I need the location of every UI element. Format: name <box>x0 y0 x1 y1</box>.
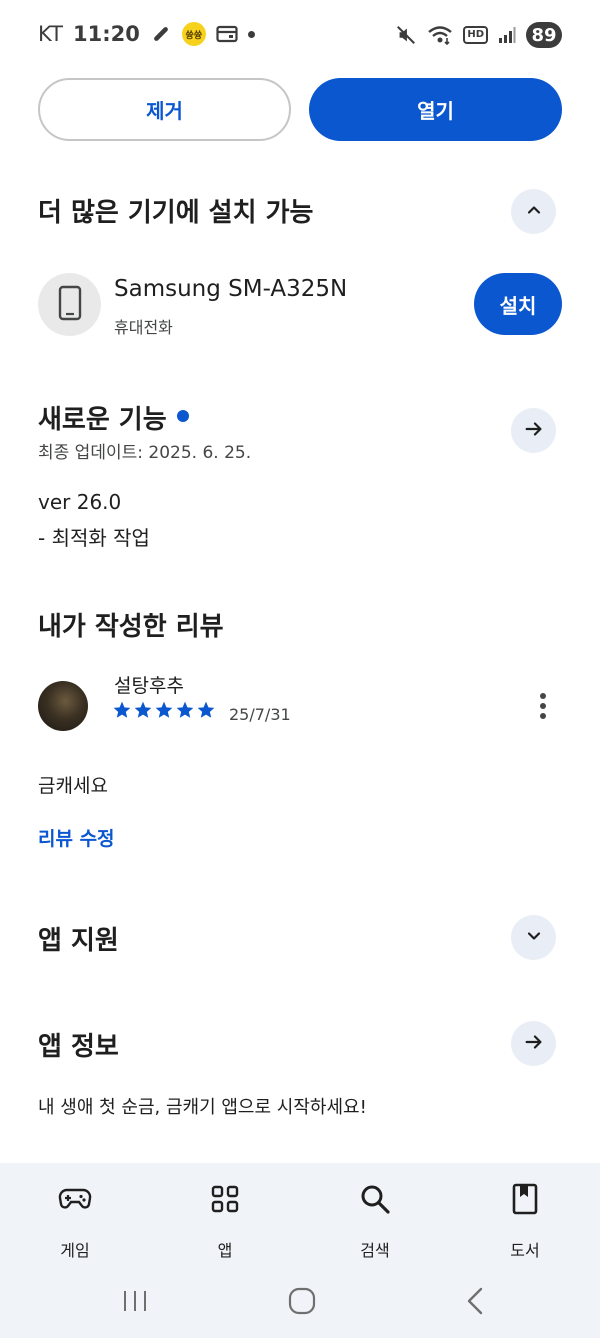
nav-item-search[interactable]: 검색 <box>325 1179 425 1261</box>
expand-app-support-button[interactable] <box>511 915 556 960</box>
more-vert-dot <box>540 713 546 719</box>
hd-voice-icon: HD <box>463 26 488 44</box>
battery-indicator: 89 <box>526 22 562 48</box>
gamepad-icon <box>58 1179 92 1219</box>
my-review-title: 내가 작성한 리뷰 <box>38 612 224 642</box>
more-vert-dot <box>540 703 546 709</box>
star-icon <box>134 701 152 718</box>
nav-label-books: 도서 <box>510 1241 540 1260</box>
mute-icon <box>395 24 417 46</box>
status-bar: KT 11:20 쓩쓩 HD 89 <box>0 0 600 70</box>
wifi-icon <box>427 24 453 46</box>
edit-review-link[interactable]: 리뷰 수정 <box>38 824 115 851</box>
recents-icon <box>124 1290 146 1311</box>
whats-new-title: 새로운 기능 <box>38 405 167 435</box>
back-icon <box>467 1287 483 1314</box>
chevron-down-icon <box>524 926 544 950</box>
new-indicator-dot <box>177 410 189 422</box>
nav-label-apps: 앱 <box>217 1241 233 1260</box>
review-more-options-button[interactable] <box>526 686 560 726</box>
star-icon <box>113 701 131 718</box>
review-text: 금캐세요 <box>38 775 108 797</box>
star-icon <box>176 701 194 718</box>
bottom-navigation: 게임 앱 검색 도서 <box>0 1163 600 1338</box>
app-info-title: 앱 정보 <box>38 1032 119 1062</box>
clock: 11:20 <box>72 22 140 46</box>
device-name: Samsung SM-A325N <box>114 276 348 302</box>
app-badge-icon: 쓩쓩 <box>181 22 206 46</box>
last-updated-text: 최종 업데이트: 2025. 6. 25. <box>38 443 252 463</box>
apps-grid-icon <box>211 1179 239 1219</box>
device-type: 휴대전화 <box>114 318 173 337</box>
home-icon <box>288 1287 316 1314</box>
signal-icon <box>498 26 516 44</box>
whats-new-arrow-button[interactable] <box>511 408 556 453</box>
wallet-icon <box>216 25 238 43</box>
remove-button[interactable]: 제거 <box>38 78 291 141</box>
chevron-up-icon <box>524 200 544 224</box>
star-rating <box>112 700 216 720</box>
nav-item-games[interactable]: 게임 <box>25 1179 125 1261</box>
carrier-label: KT <box>38 22 63 46</box>
book-icon <box>512 1179 538 1219</box>
device-avatar <box>38 273 101 336</box>
review-date: 25/7/31 <box>229 705 291 724</box>
search-icon <box>359 1179 391 1219</box>
reviewer-avatar <box>38 681 88 731</box>
star-icon <box>197 701 215 718</box>
home-button[interactable] <box>282 1273 322 1328</box>
back-button[interactable] <box>455 1273 495 1328</box>
star-icon <box>155 701 173 718</box>
app-description: 내 생애 첫 순금, 금캐기 앱으로 시작하세요! <box>38 1097 367 1118</box>
recent-apps-button[interactable] <box>115 1273 155 1328</box>
nav-label-games: 게임 <box>60 1241 90 1260</box>
change-note: - 최적화 작업 <box>38 526 150 550</box>
link-icon <box>150 23 172 45</box>
more-devices-title: 더 많은 기기에 설치 가능 <box>38 198 314 228</box>
more-vert-icon <box>540 693 546 699</box>
version-text: ver 26.0 <box>38 490 122 514</box>
notification-dot-icon <box>247 30 255 38</box>
open-button[interactable]: 열기 <box>309 78 562 141</box>
app-info-arrow-button[interactable] <box>511 1021 556 1066</box>
install-button[interactable]: 설치 <box>474 273 562 335</box>
phone-icon <box>58 285 82 325</box>
system-navigation-bar <box>0 1273 600 1328</box>
nav-item-apps[interactable]: 앱 <box>175 1179 275 1261</box>
nav-label-search: 검색 <box>360 1241 390 1260</box>
app-support-title: 앱 지원 <box>38 926 119 956</box>
arrow-right-icon <box>523 1031 545 1057</box>
collapse-more-devices-button[interactable] <box>511 189 556 234</box>
arrow-right-icon <box>523 418 545 444</box>
reviewer-name: 설탕후추 <box>114 675 184 697</box>
nav-item-books[interactable]: 도서 <box>475 1179 575 1261</box>
